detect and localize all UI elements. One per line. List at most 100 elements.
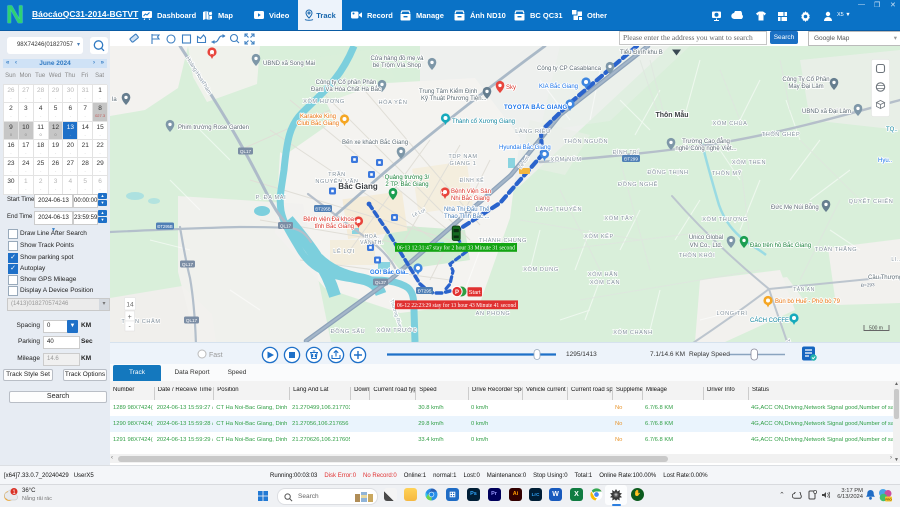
svg-text:Công ty CP Casablanca: Công ty CP Casablanca xyxy=(537,66,602,72)
svg-text:Trường Cao đẳng: Trường Cao đẳng xyxy=(682,138,730,145)
svg-text:XÓM TRƯỚC: XÓM TRƯỚC xyxy=(377,327,418,334)
svg-text:TRẦN: TRẦN xyxy=(328,171,346,178)
svg-text:HÒA YÊN: HÒA YÊN xyxy=(379,98,408,106)
svg-text:Đảo trên hồ Bắc Giang: Đảo trên hồ Bắc Giang xyxy=(750,242,811,249)
svg-text:14: 14 xyxy=(126,302,134,309)
svg-text:ĐÌNH TRÍ: ĐÌNH TRÍ xyxy=(613,149,639,156)
svg-text:PRO: PRO xyxy=(885,498,892,502)
svg-text:XÓM KẾP: XÓM KẾP xyxy=(584,233,614,240)
svg-text:LÊ LỢI: LÊ LỢI xyxy=(333,247,354,255)
svg-text:Bệnh viện Đa khoa: Bệnh viện Đa khoa xyxy=(303,217,354,223)
svg-text:ĐT299: ĐT299 xyxy=(624,156,638,161)
svg-text:Đức Mẹ Núi Bỗng: Đức Mẹ Núi Bỗng xyxy=(771,204,819,211)
svg-text:TOYOTA BẮC GIANG: TOYOTA BẮC GIANG xyxy=(504,103,568,111)
svg-text:P: P xyxy=(455,290,459,296)
svg-text:THÔN KHỎI: THÔN KHỎI xyxy=(679,252,715,259)
svg-text:TDP NAM: TDP NAM xyxy=(448,154,477,160)
svg-text:ĐT295B: ĐT295B xyxy=(157,224,173,229)
svg-text:ĐT295B: ĐT295B xyxy=(315,206,331,211)
svg-text:bé Trộm Vía Shop: bé Trộm Vía Shop xyxy=(373,63,422,69)
svg-text:Bến xe khách Bắc Giang: Bến xe khách Bắc Giang xyxy=(342,139,408,146)
svg-text:2 TP. Bắc Giang: 2 TP. Bắc Giang xyxy=(385,181,428,188)
svg-text:THÔN GHÉP: THÔN GHÉP xyxy=(762,131,801,138)
svg-text:XÓM HƯƠNG: XÓM HƯƠNG xyxy=(303,98,345,105)
svg-text:GO! Bắc Gia..: GO! Bắc Gia.. xyxy=(370,269,409,276)
svg-text:Trung Tâm Kiểm Định: Trung Tâm Kiểm Định xyxy=(419,88,477,95)
svg-text:VN Co., Ltd.: VN Co., Ltd. xyxy=(690,243,723,249)
svg-text:Phim trường Rose Garden: Phim trường Rose Garden xyxy=(178,125,249,131)
svg-text:LÀNG THUYỀN: LÀNG THUYỀN xyxy=(536,206,582,213)
svg-text:H: H xyxy=(354,220,358,226)
svg-text:TOÀN THẮNG: TOÀN THẮNG xyxy=(815,245,857,253)
svg-text:QL17: QL17 xyxy=(280,223,292,228)
svg-text:ĐỒNG NGHẼ: ĐỒNG NGHẼ xyxy=(618,181,658,188)
svg-text:LONG TRÌ: LONG TRÌ xyxy=(716,310,747,317)
svg-text:XÓM DUNG: XÓM DUNG xyxy=(523,266,559,273)
svg-text:THÀNH CHUNG: THÀNH CHUNG xyxy=(479,237,527,244)
svg-text:GIANG 1: GIANG 1 xyxy=(450,161,477,167)
svg-text:UBND xã Đại Lâm: UBND xã Đại Lâm xyxy=(802,109,851,115)
svg-text:Unico Global: Unico Global xyxy=(689,235,723,241)
svg-text:XÓM THƯỢNG: XÓM THƯỢNG xyxy=(702,216,748,223)
svg-text:Nhi Bắc Giang: Nhi Bắc Giang xyxy=(451,195,490,202)
svg-text:HOÀ.: HOÀ. xyxy=(365,233,380,240)
svg-text:May Đại Lâm: May Đại Lâm xyxy=(788,84,823,90)
svg-text:Sky: Sky xyxy=(506,85,516,91)
svg-text:QL37: QL37 xyxy=(375,280,387,285)
svg-text:XÓM CHÙA: XÓM CHÙA xyxy=(713,120,748,127)
svg-text:nghề Công nghệ Việt...: nghề Công nghệ Việt... xyxy=(675,146,737,152)
svg-text:Cầu Thượng..: Cầu Thượng.. xyxy=(868,275,900,281)
svg-text:Hyundai Bắc Giang: Hyundai Bắc Giang xyxy=(499,144,551,151)
svg-text:Công Ty Cổ Phần: Công Ty Cổ Phần xyxy=(782,76,829,83)
svg-text:Karaoke King: Karaoke King xyxy=(300,114,336,120)
svg-text:Nhà Thi Đấu Thể: Nhà Thi Đấu Thể xyxy=(444,206,490,213)
svg-text:VĂN TH.: VĂN TH. xyxy=(360,239,384,246)
svg-text:QL17: QL17 xyxy=(186,318,198,323)
svg-text:LI..: LI.. xyxy=(891,257,900,263)
svg-text:tỉnh Bắc Giang: tỉnh Bắc Giang xyxy=(315,223,354,230)
svg-text:XÓM HẤN: XÓM HẤN xyxy=(588,271,618,278)
svg-text:LÀNG RIỀU: LÀNG RIỀU xyxy=(515,128,551,135)
svg-text:H: H xyxy=(441,191,445,197)
svg-text:Tiểu Đình khu B: Tiểu Đình khu B xyxy=(620,49,663,56)
svg-text:THÔN NGUỒN: THÔN NGUỒN xyxy=(564,138,608,145)
svg-text:Kỹ Thuật Phương Tiện...: Kỹ Thuật Phương Tiện... xyxy=(421,96,487,102)
svg-text:CÁCH COFFE: CÁCH COFFE xyxy=(750,317,789,324)
svg-text:Hyu..: Hyu.. xyxy=(878,158,892,164)
svg-text:+: + xyxy=(128,314,132,321)
svg-text:Bắc Giang: Bắc Giang xyxy=(338,182,378,191)
svg-text:UBND xã Song Mai: UBND xã Song Mai xyxy=(263,61,315,67)
svg-text:Club Bắc Giang: Club Bắc Giang xyxy=(297,120,339,127)
svg-text:la: la xyxy=(112,97,117,103)
svg-text:Bún bò Huế - Phở bò 79: Bún bò Huế - Phở bò 79 xyxy=(775,298,841,305)
svg-text:H: H xyxy=(210,51,214,57)
svg-text:Thao Tỉnh Bắc ...: Thao Tỉnh Bắc ... xyxy=(444,213,490,220)
svg-text:Thôn Mẫu: Thôn Mẫu xyxy=(655,110,688,119)
svg-text:ĐỒNG SẤU: ĐỒNG SẤU xyxy=(331,328,366,335)
svg-text:XÓM CHANH: XÓM CHANH xyxy=(613,329,653,336)
svg-text:TQ..: TQ.. xyxy=(886,127,898,133)
svg-text:ĐỒNG THỊNH: ĐỒNG THỊNH xyxy=(647,169,688,176)
svg-text:KIA Bắc Giang: KIA Bắc Giang xyxy=(539,83,578,90)
svg-text:Đạm Và Hóa Chất Hà Bắc: Đạm Và Hóa Chất Hà Bắc xyxy=(311,86,381,93)
svg-text:P. ĐA MAI: P. ĐA MAI xyxy=(256,195,286,201)
svg-text:Cửa hàng đồ mẹ và: Cửa hàng đồ mẹ và xyxy=(370,55,424,62)
svg-text:Công ty Cổ phần Phân: Công ty Cổ phần Phân xyxy=(316,79,377,86)
svg-text:Start: Start xyxy=(469,290,481,296)
svg-text:AN PHONG: AN PHONG xyxy=(476,311,511,317)
svg-text:THÔN MỸ: THÔN MỸ xyxy=(712,170,742,177)
svg-text:Quảng trường 3/: Quảng trường 3/ xyxy=(385,175,430,181)
svg-text:Đ=293: Đ=293 xyxy=(861,282,875,288)
svg-text:QUYẾT CHIẾN: QUYẾT CHIẾN xyxy=(849,198,894,205)
svg-text:QL17: QL17 xyxy=(182,262,194,267)
svg-text:XÓM CAN: XÓM CAN xyxy=(590,279,620,286)
svg-text:XÓM TÂY: XÓM TÂY xyxy=(604,215,633,222)
svg-text:06-12 22:23:29 stay for 13 hou: 06-12 22:23:29 stay for 13 hour 43 Minut… xyxy=(397,302,516,309)
svg-text:Bệnh Viện Sản: Bệnh Viện Sản xyxy=(451,189,491,195)
svg-text:QL17: QL17 xyxy=(240,149,252,154)
svg-text:Thành cổ Xương Giang: Thành cổ Xương Giang xyxy=(452,118,515,125)
svg-text:ĐT295: ĐT295 xyxy=(418,288,432,293)
svg-text:06-13 12:31:47 stay for 2 hour: 06-13 12:31:47 stay for 2 hour 33 Minute… xyxy=(397,245,515,252)
svg-text:ĐÌNH KẾ: ĐÌNH KẾ xyxy=(460,177,485,184)
svg-text:XÓM THEN: XÓM THEN xyxy=(732,159,766,166)
